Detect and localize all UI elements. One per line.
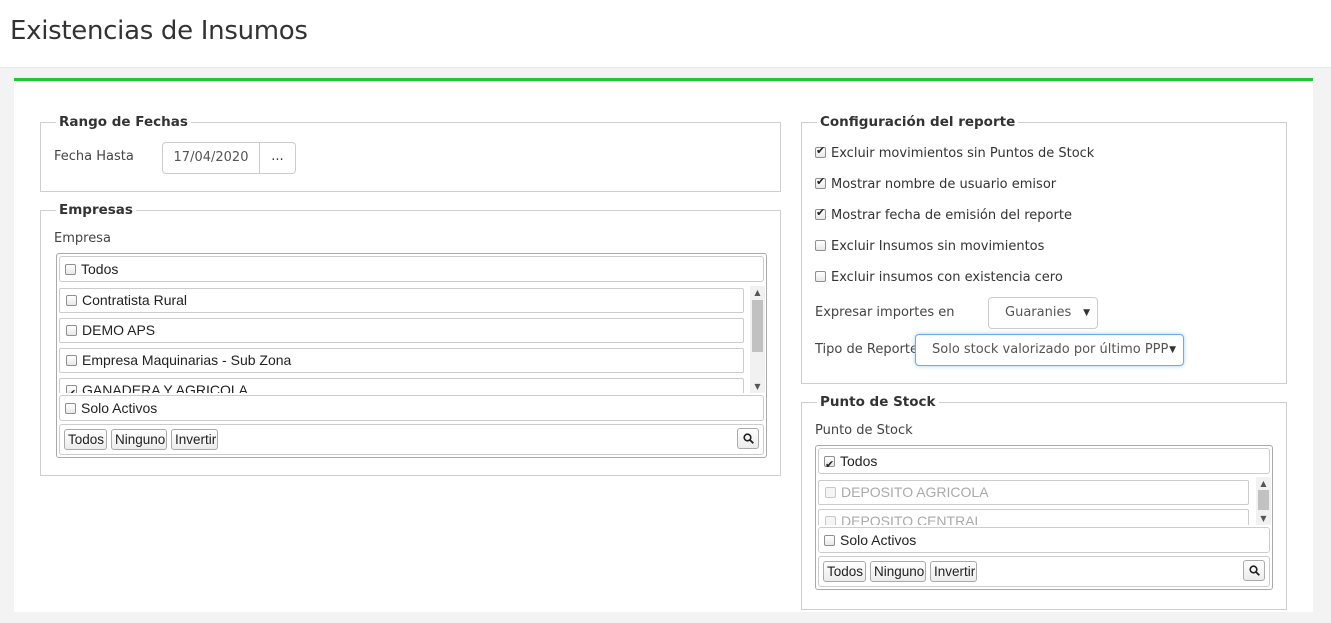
option-label: Mostrar fecha de emisión del reporte	[831, 208, 1072, 223]
option-mostrar-fecha[interactable]: Mostrar fecha de emisión del reporte	[815, 206, 1072, 223]
empresa-list[interactable]: Contratista Rural DEMO APS Empresa Maqui…	[59, 286, 766, 393]
scroll-down-icon[interactable]: ▼	[1256, 512, 1271, 525]
empresa-scrollbar[interactable]: ▲ ▼	[750, 286, 765, 393]
date-picker-button[interactable]: ...	[260, 142, 296, 174]
option-label: Excluir Insumos sin movimientos	[831, 239, 1045, 254]
importes-select[interactable]: Guaranies ▼	[988, 297, 1098, 329]
list-item[interactable]: DEMO APS	[59, 318, 744, 343]
list-item-label: Contratista Rural	[82, 292, 188, 308]
list-item: DEPOSITO CENTRAL	[818, 509, 1249, 525]
checkbox-icon[interactable]	[65, 264, 76, 275]
tipo-reporte-label: Tipo de Reporte	[815, 342, 918, 357]
scroll-thumb[interactable]	[1258, 490, 1269, 510]
list-item[interactable]: GANADERA Y AGRICOLA	[59, 378, 744, 393]
checkbox-icon[interactable]	[66, 325, 77, 336]
importes-select-value: Guaranies	[1005, 305, 1072, 320]
checkbox-icon[interactable]	[815, 240, 826, 251]
empresa-multiselect: Todos Contratista Rural DEMO APS Empresa…	[56, 253, 767, 458]
fecha-hasta-label: Fecha Hasta	[54, 149, 134, 164]
empresa-footer: Todos Ninguno Invertir	[59, 424, 764, 455]
rango-fechas-legend: Rango de Fechas	[59, 114, 188, 130]
list-item-label: DEPOSITO AGRICOLA	[841, 484, 989, 500]
search-icon	[743, 433, 754, 444]
option-excluir-movimientos[interactable]: Excluir movimientos sin Puntos de Stock	[815, 144, 1095, 161]
configuracion-legend: Configuración del reporte	[820, 114, 1016, 130]
page-title: Existencias de Insumos	[10, 16, 308, 46]
checkbox-icon[interactable]	[66, 355, 77, 366]
option-label: Excluir insumos con existencia cero	[831, 270, 1063, 285]
select-none-button[interactable]: Ninguno	[111, 429, 167, 450]
punto-stock-scrollbar[interactable]: ▲ ▼	[1256, 477, 1271, 525]
tipo-reporte-select-value: Solo stock valorizado por último PPP	[932, 342, 1169, 357]
option-label: Mostrar nombre de usuario emisor	[831, 177, 1057, 192]
importes-label: Expresar importes en	[815, 305, 955, 320]
punto-stock-list[interactable]: DEPOSITO AGRICOLA DEPOSITO CENTRAL ▲ ▼	[818, 477, 1272, 525]
chevron-down-icon: ▼	[1083, 308, 1090, 318]
punto-stock-todos-label: Todos	[840, 453, 878, 469]
list-item[interactable]: Empresa Maquinarias - Sub Zona	[59, 348, 744, 373]
punto-stock-solo-activos-label: Solo Activos	[840, 532, 917, 548]
checkbox-checked-icon[interactable]	[815, 144, 826, 158]
bottom-strip	[0, 612, 1331, 623]
tipo-reporte-select[interactable]: Solo stock valorizado por último PPP ▼	[915, 334, 1184, 366]
punto-stock-multiselect: Todos DEPOSITO AGRICOLA DEPOSITO CENTRAL…	[815, 445, 1273, 590]
punto-stock-legend: Punto de Stock	[820, 394, 936, 410]
list-item-label: DEMO APS	[82, 322, 156, 338]
option-label: Excluir movimientos sin Puntos de Stock	[831, 146, 1095, 161]
search-icon	[1249, 565, 1260, 576]
empresa-todos-label: Todos	[81, 261, 119, 277]
checkbox-icon[interactable]	[65, 403, 76, 414]
checkbox-checked-icon[interactable]	[815, 206, 826, 220]
option-mostrar-usuario[interactable]: Mostrar nombre de usuario emisor	[815, 175, 1057, 192]
checkbox-icon	[825, 487, 836, 498]
checkbox-icon[interactable]	[66, 295, 77, 306]
checkbox-icon[interactable]	[824, 535, 835, 546]
punto-stock-footer: Todos Ninguno Invertir	[818, 556, 1270, 587]
report-panel: Rango de Fechas Fecha Hasta 17/04/2020 .…	[14, 78, 1313, 613]
scroll-up-icon[interactable]: ▲	[750, 286, 765, 299]
punto-stock-solo-activos-option[interactable]: Solo Activos	[818, 527, 1270, 553]
scroll-down-icon[interactable]: ▼	[750, 380, 765, 393]
invert-selection-button[interactable]: Invertir	[930, 561, 977, 582]
rango-fechas-group: Rango de Fechas	[40, 114, 781, 192]
chevron-down-icon: ▼	[1169, 345, 1176, 355]
option-excluir-existencia-cero[interactable]: Excluir insumos con existencia cero	[815, 270, 1063, 285]
list-item[interactable]: Contratista Rural	[59, 288, 744, 313]
page-header: Existencias de Insumos	[0, 0, 1331, 68]
punto-stock-label: Punto de Stock	[815, 423, 913, 438]
empresas-legend: Empresas	[59, 202, 133, 218]
list-item-label: GANADERA Y AGRICOLA	[82, 382, 248, 393]
select-all-button[interactable]: Todos	[823, 561, 866, 582]
punto-stock-todos-option[interactable]: Todos	[818, 448, 1270, 474]
empresa-todos-option[interactable]: Todos	[59, 256, 764, 282]
list-item-label: Empresa Maquinarias - Sub Zona	[82, 352, 292, 368]
search-button[interactable]	[1243, 560, 1265, 581]
search-button[interactable]	[737, 428, 759, 449]
invert-selection-button[interactable]: Invertir	[171, 429, 218, 450]
empresa-solo-activos-label: Solo Activos	[81, 400, 158, 416]
select-all-button[interactable]: Todos	[64, 429, 107, 450]
option-excluir-insumos[interactable]: Excluir Insumos sin movimientos	[815, 239, 1044, 254]
list-item-label: DEPOSITO CENTRAL	[841, 513, 983, 525]
empresa-solo-activos-option[interactable]: Solo Activos	[59, 395, 764, 421]
list-item: DEPOSITO AGRICOLA	[818, 480, 1249, 505]
select-none-button[interactable]: Ninguno	[870, 561, 926, 582]
scroll-thumb[interactable]	[752, 300, 763, 352]
empresa-label: Empresa	[54, 231, 111, 246]
checkbox-checked-icon[interactable]	[824, 453, 835, 473]
checkbox-checked-icon[interactable]	[66, 382, 77, 393]
checkbox-icon[interactable]	[815, 271, 826, 282]
scroll-up-icon[interactable]: ▲	[1256, 477, 1271, 490]
checkbox-icon	[825, 516, 836, 525]
checkbox-checked-icon[interactable]	[815, 175, 826, 189]
fecha-hasta-input[interactable]: 17/04/2020	[162, 142, 260, 174]
